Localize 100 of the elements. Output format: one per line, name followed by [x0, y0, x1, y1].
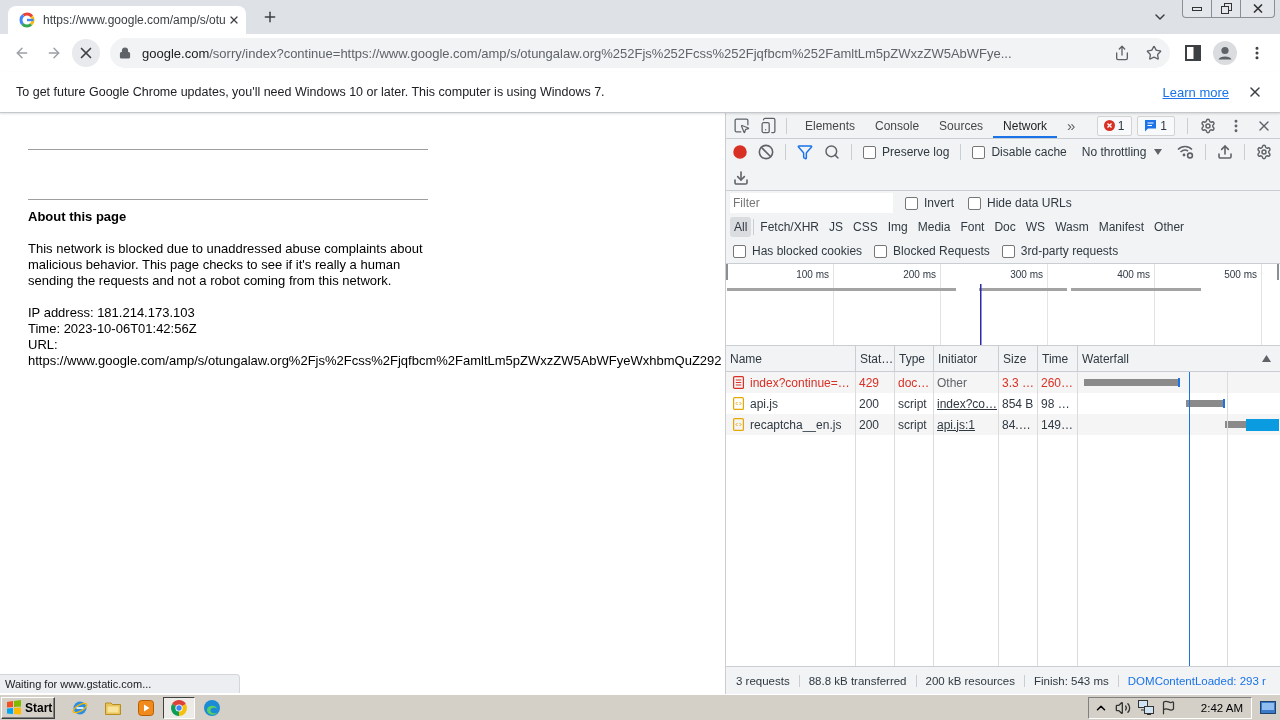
filter-input[interactable]: Filter — [730, 193, 893, 213]
lock-icon — [119, 47, 131, 59]
ban-icon[interactable] — [758, 144, 774, 160]
type-filter[interactable]: All — [730, 217, 752, 237]
checkbox-label[interactable]: Disable cache — [991, 145, 1067, 159]
type-filter[interactable]: Doc — [990, 217, 1020, 237]
url-text: google.com/sorry/index?continue=https://www.google.com/amp/s/otungalaw.org%252Fjs%252Fcss%252Fjqfbcm%252FamltLm5pZWxzZW5AbWFye... — [142, 45, 1013, 61]
checkbox-label[interactable]: Hide data URLs — [987, 196, 1072, 210]
flag-logo-icon — [6, 700, 22, 715]
type-filter[interactable]: Font — [956, 217, 989, 237]
download-icon[interactable] — [733, 169, 749, 186]
checkbox-label[interactable]: Has blocked cookies — [752, 244, 863, 258]
record-icon[interactable] — [733, 145, 747, 159]
tick-label: 400 ms — [1117, 269, 1150, 280]
type-filter[interactable]: WS — [1021, 217, 1050, 237]
inspect-cursor-icon[interactable] — [733, 117, 750, 134]
stop-button[interactable] — [72, 39, 100, 67]
speaker-icon[interactable] — [1114, 699, 1131, 716]
throttling-select[interactable]: No throttling — [1077, 145, 1166, 159]
summary-stat: Finish: 543 ms — [1025, 674, 1119, 687]
error-icon — [1103, 120, 1115, 131]
forward-arrow-icon[interactable] — [46, 45, 62, 61]
status-code: 200 — [859, 417, 880, 432]
checkbox-label[interactable]: 3rd-party requests — [1020, 244, 1119, 258]
upload-icon[interactable] — [1217, 144, 1233, 160]
settings-icon[interactable] — [1256, 144, 1272, 160]
type-filter[interactable]: Wasm — [1051, 217, 1093, 237]
column-header[interactable]: Type — [899, 351, 925, 366]
close-icon[interactable] — [1247, 84, 1263, 100]
type-filter[interactable]: Img — [883, 217, 912, 237]
column-header[interactable]: Stat… — [860, 351, 894, 366]
checkbox[interactable] — [733, 244, 746, 258]
error-count-badge[interactable]: 1 — [1096, 115, 1133, 136]
panel-tab[interactable]: Console — [865, 113, 930, 138]
taskbar-app-button[interactable] — [163, 696, 195, 719]
time-value: 98 … — [1041, 396, 1070, 411]
funnel-icon[interactable] — [797, 144, 813, 160]
minimize-icon — [1192, 6, 1202, 11]
checkbox-label[interactable]: Invert — [924, 196, 954, 210]
learn-more-link[interactable]: Learn more — [1162, 84, 1229, 100]
type-filter[interactable]: Manifest — [1094, 217, 1149, 237]
column-header[interactable]: Size — [1003, 351, 1027, 366]
flag-icon[interactable] — [1160, 700, 1176, 715]
panel-tab[interactable]: Sources — [929, 113, 994, 138]
resource-type: script — [898, 417, 927, 432]
more-panels-button[interactable]: » — [1067, 118, 1076, 133]
plus-icon[interactable] — [262, 9, 278, 25]
status-bubble: Waiting for www.gstatic.com... — [0, 674, 240, 693]
type-filter[interactable]: JS — [825, 217, 848, 237]
range-handle[interactable] — [726, 264, 728, 280]
play-icon — [138, 699, 154, 716]
document-icon — [733, 376, 744, 389]
type-filter[interactable]: Media — [913, 217, 955, 237]
type-filter[interactable]: Fetch/XHR — [756, 217, 824, 237]
type-filter[interactable]: Other — [1150, 217, 1189, 237]
wifi-gear-icon[interactable] — [1177, 145, 1194, 159]
request-row[interactable]: recaptcha__en.js 200 script api.js:1 84.… 149… — [726, 414, 1280, 435]
range-handle[interactable] — [1277, 264, 1279, 280]
column-header[interactable]: Name — [730, 351, 762, 366]
sort-arrow-icon — [1262, 355, 1271, 362]
initiator-link[interactable]: api.js:1 — [937, 417, 976, 432]
status-code: 200 — [859, 396, 880, 411]
detail-line: https://www.google.com/amp/s/otungalaw.org%2Fjs%2Fcss%2Fjqfbcm%2FamltLm5pZWxzZW5AbWFyeWxhbmQuZ292 — [28, 353, 723, 369]
message-count-badge[interactable]: 1 — [1137, 115, 1175, 136]
checkbox[interactable] — [905, 196, 918, 210]
side-panel-icon[interactable] — [1185, 45, 1201, 61]
settings-icon[interactable] — [1200, 117, 1216, 134]
summary-stat: DOMContentLoaded: 293 r — [1126, 674, 1266, 687]
column-header[interactable]: Time — [1042, 351, 1069, 366]
circle-logo-icon — [171, 699, 187, 716]
column-header[interactable]: Waterfall — [1082, 351, 1129, 366]
checkbox[interactable] — [972, 145, 986, 159]
network-computer-icon[interactable] — [1137, 700, 1154, 715]
device-icon[interactable] — [760, 117, 777, 134]
address-bar[interactable]: google.com/sorry/index?continue=https://www.google.com/amp/s/otungalaw.org%252Fjs%252Fcss%252Fjqfbcm%252FamltLm5pZWxzZW5AbWFye... — [110, 38, 1170, 68]
checkbox[interactable] — [863, 145, 876, 159]
ring-logo-icon — [19, 12, 35, 28]
share-icon[interactable] — [1114, 45, 1130, 61]
resource-type: script — [898, 396, 927, 411]
summary-stat: 200 kB resources — [916, 674, 1025, 687]
checkbox[interactable] — [1001, 244, 1015, 258]
star-icon[interactable] — [1146, 45, 1162, 61]
column-header[interactable]: Initiator — [938, 351, 978, 366]
panel-tab[interactable]: Elements — [795, 113, 866, 138]
browser-tab[interactable]: https://www.google.com/amp/s/otu — [8, 6, 246, 34]
start-button[interactable]: Start — [1, 696, 55, 719]
search-icon[interactable] — [824, 144, 840, 160]
tick-label: 500 ms — [1224, 269, 1257, 280]
type-filter[interactable]: CSS — [849, 217, 882, 237]
error-count: 1 — [1117, 118, 1125, 133]
checkbox-label[interactable]: Preserve log — [882, 145, 950, 159]
show-desktop-icon[interactable] — [1260, 701, 1276, 714]
initiator-link[interactable]: index?co… — [937, 396, 998, 411]
checkbox[interactable] — [968, 196, 981, 210]
checkbox[interactable] — [874, 244, 888, 258]
request-row[interactable]: index?continue=… 429 doc… Other 3.3 … 260… — [726, 372, 1280, 393]
summary-stat: 88.8 kB transferred — [799, 674, 917, 687]
avatar-icon[interactable] — [1213, 41, 1237, 65]
checkbox-label[interactable]: Blocked Requests — [893, 244, 990, 258]
page-paragraph: This network is blocked due to unaddressed abuse complaints about malicious behavior. This page checks to see if it's really a human sending the requests and not a robot coming from this network. — [28, 241, 424, 289]
